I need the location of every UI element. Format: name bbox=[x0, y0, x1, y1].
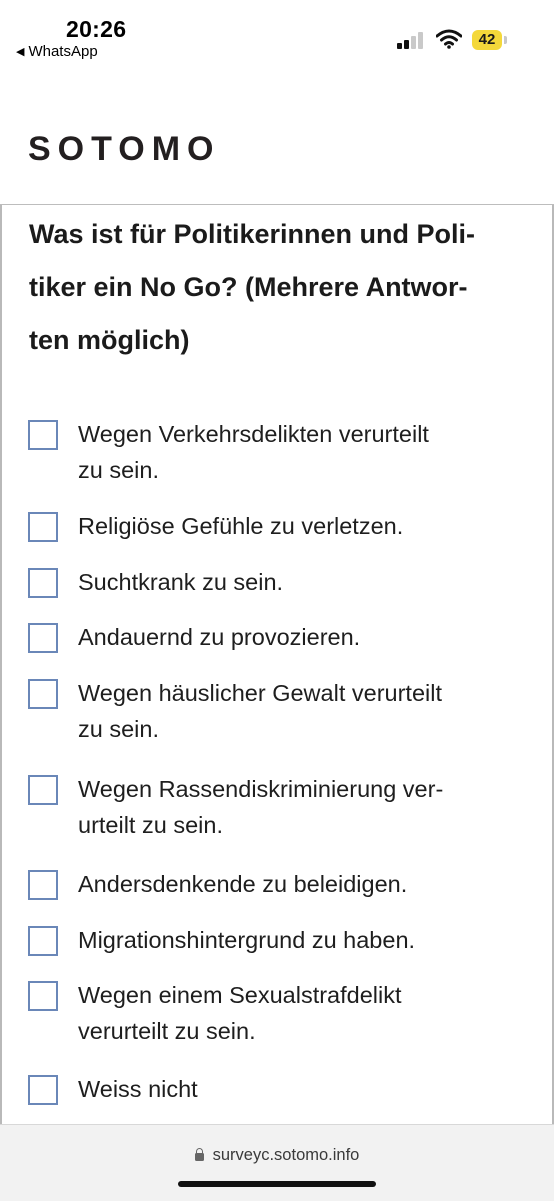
question-title: Was ist für Politikerinnen und Poli- tik… bbox=[29, 208, 529, 367]
option-provozieren[interactable]: Andauernd zu provozieren. bbox=[28, 619, 528, 655]
option-label-line: Weiss nicht bbox=[78, 1076, 198, 1102]
checkbox[interactable] bbox=[28, 926, 58, 956]
option-label-line: zu sein. bbox=[78, 716, 159, 742]
option-label: Wegen Verkehrsdelikten verurteilt zu sei… bbox=[78, 416, 429, 488]
url-text: surveyc.sotomo.info bbox=[212, 1146, 360, 1164]
option-label-line: urteilt zu sein. bbox=[78, 812, 223, 838]
checkbox[interactable] bbox=[28, 512, 58, 542]
option-label: Migrationshintergrund zu haben. bbox=[78, 922, 415, 958]
option-label-line: Andauernd zu provozieren. bbox=[78, 624, 361, 650]
lock-icon bbox=[194, 1148, 204, 1161]
cellular-signal-icon bbox=[397, 32, 424, 49]
status-bar: 20:26 ◀ WhatsApp 42 bbox=[0, 0, 554, 84]
checkbox[interactable] bbox=[28, 1075, 58, 1105]
option-label: Wegen einem Sexualstrafdelikt verurteilt… bbox=[78, 977, 402, 1049]
back-to-app-button[interactable]: ◀ WhatsApp bbox=[16, 43, 98, 60]
checkbox[interactable] bbox=[28, 775, 58, 805]
battery-indicator: 42 bbox=[472, 30, 502, 50]
option-label-line: Wegen einem Sexualstrafdelikt bbox=[78, 982, 402, 1008]
question-line: tiker ein No Go? (Mehrere Antwor- bbox=[29, 272, 468, 302]
option-label-line: Wegen häuslicher Gewalt verurteilt bbox=[78, 680, 442, 706]
back-app-label: WhatsApp bbox=[28, 43, 98, 60]
checkbox[interactable] bbox=[28, 679, 58, 709]
option-andersdenkende[interactable]: Andersdenkende zu beleidigen. bbox=[28, 866, 528, 902]
checkbox[interactable] bbox=[28, 981, 58, 1011]
checkbox[interactable] bbox=[28, 870, 58, 900]
option-label: Wegen häuslicher Gewalt verurteilt zu se… bbox=[78, 675, 442, 747]
question-line: Was ist für Politikerinnen und Poli- bbox=[29, 219, 476, 249]
checkbox[interactable] bbox=[28, 568, 58, 598]
home-indicator[interactable] bbox=[178, 1181, 376, 1187]
option-label-line: Wegen Rassendiskriminierung ver- bbox=[78, 776, 444, 802]
option-label-line: Suchtkrank zu sein. bbox=[78, 569, 284, 595]
back-arrow-icon: ◀ bbox=[16, 46, 25, 58]
option-rassendiskriminierung[interactable]: Wegen Rassendiskriminierung ver- urteilt… bbox=[28, 771, 528, 843]
option-verkehrsdelikte[interactable]: Wegen Verkehrsdelikten verurteilt zu sei… bbox=[28, 416, 528, 488]
option-label-line: Andersdenkende zu beleidigen. bbox=[78, 871, 408, 897]
option-label-line: zu sein. bbox=[78, 457, 159, 483]
option-label-line: Religiöse Gefühle zu verletzen. bbox=[78, 513, 404, 539]
option-label: Suchtkrank zu sein. bbox=[78, 564, 283, 600]
sotomo-logo: SOTOMO bbox=[28, 130, 221, 168]
option-label: Andersdenkende zu beleidigen. bbox=[78, 866, 407, 902]
question-line: ten möglich) bbox=[29, 325, 190, 355]
option-label: Religiöse Gefühle zu verletzen. bbox=[78, 508, 403, 544]
checkbox[interactable] bbox=[28, 420, 58, 450]
page-edge-left bbox=[0, 84, 2, 1124]
option-label-line: Wegen Verkehrsdelikten verurteilt bbox=[78, 421, 429, 447]
option-label-line: Migrationshintergrund zu haben. bbox=[78, 927, 416, 953]
option-suchtkrank[interactable]: Suchtkrank zu sein. bbox=[28, 564, 528, 600]
option-sexualstrafdelikt[interactable]: Wegen einem Sexualstrafdelikt verurteilt… bbox=[28, 977, 528, 1049]
option-migrationshintergrund[interactable]: Migrationshintergrund zu haben. bbox=[28, 922, 528, 958]
option-weiss-nicht[interactable]: Weiss nicht bbox=[28, 1071, 528, 1107]
option-haeusliche-gewalt[interactable]: Wegen häuslicher Gewalt verurteilt zu se… bbox=[28, 675, 528, 747]
option-label-line: verurteilt zu sein. bbox=[78, 1018, 256, 1044]
checkbox[interactable] bbox=[28, 623, 58, 653]
status-time: 20:26 bbox=[66, 16, 127, 42]
option-label: Weiss nicht bbox=[78, 1071, 198, 1107]
url-display[interactable]: surveyc.sotomo.info bbox=[0, 1146, 554, 1165]
option-label: Andauernd zu provozieren. bbox=[78, 619, 360, 655]
battery-tip bbox=[504, 36, 507, 44]
option-religioese-gefuehle[interactable]: Religiöse Gefühle zu verletzen. bbox=[28, 508, 528, 544]
option-label: Wegen Rassendiskriminierung ver- urteilt… bbox=[78, 771, 443, 843]
wifi-icon bbox=[436, 29, 462, 49]
